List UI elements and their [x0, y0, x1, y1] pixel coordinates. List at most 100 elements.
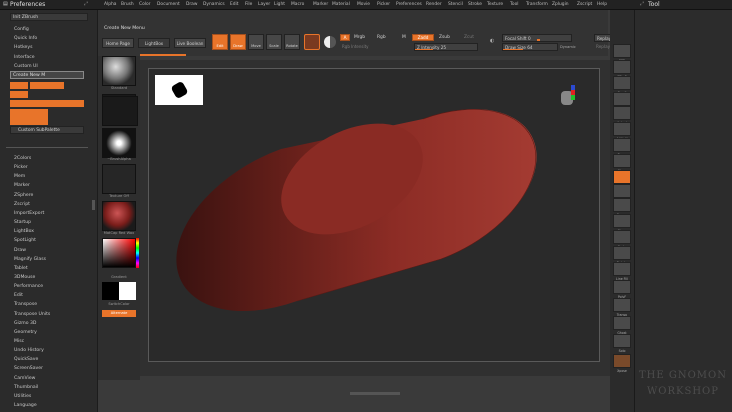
menu-item-macro[interactable]: Macro	[291, 2, 304, 7]
menu-item-color[interactable]: Color	[139, 2, 150, 7]
texture-thumbnail[interactable]	[102, 164, 136, 194]
mrgb-toggle[interactable]: Mrgb	[354, 35, 365, 40]
menu-item-edit[interactable]: Edit	[230, 2, 239, 7]
init-zbrush-button[interactable]: Init ZBrush	[10, 13, 88, 21]
pref-item-screensaver[interactable]: ScreenSaver	[14, 366, 43, 371]
menu-item-layer[interactable]: Layer	[258, 2, 270, 7]
menu-item-material[interactable]: Material	[332, 2, 350, 7]
document-thumbnail[interactable]	[155, 75, 203, 105]
m-toggle[interactable]: M	[402, 35, 406, 40]
document-canvas[interactable]	[148, 68, 600, 362]
tray-polyf-button[interactable]	[613, 280, 631, 294]
pref-item-geometry[interactable]: Geometry	[14, 330, 37, 335]
zcut-toggle[interactable]: Zcut	[464, 35, 474, 40]
menu-item-dynamics[interactable]: Dynamics	[203, 2, 225, 7]
pref-item-utilities[interactable]: Utilities	[14, 394, 31, 399]
a-button[interactable]: A	[340, 34, 350, 41]
subpalette-quick-info[interactable]: Quick Info	[14, 36, 37, 41]
menu-item-help[interactable]: Help	[597, 2, 607, 7]
pref-item-importexport[interactable]: ImportExport	[14, 211, 44, 216]
rotate-button[interactable]: Rotate	[284, 34, 300, 50]
tray-dynamic-button[interactable]	[613, 184, 631, 198]
menu-slot-3[interactable]	[10, 91, 28, 98]
create-new-menu-field[interactable]: Create New M	[10, 71, 84, 79]
tool-palette-icon[interactable]: ⤢	[640, 1, 644, 7]
menu-slot-2[interactable]	[30, 82, 64, 89]
subpalette-config[interactable]: Config	[14, 27, 29, 32]
tray-xpose-button[interactable]	[613, 354, 631, 368]
tray-actual-button[interactable]	[613, 106, 631, 120]
draw-button[interactable]: Draw	[230, 34, 246, 50]
menu-item-texture[interactable]: Texture	[487, 2, 503, 7]
color-swatch-icon[interactable]	[324, 36, 336, 48]
tray-solo-button[interactable]	[613, 334, 631, 348]
material-thumbnail[interactable]	[102, 201, 136, 231]
tray-transp-button[interactable]	[613, 298, 631, 312]
menu-item-movie[interactable]: Movie	[357, 2, 370, 7]
scale-button[interactable]: Scale	[266, 34, 282, 50]
menu-item-tool[interactable]: Tool	[510, 2, 519, 7]
pref-item-transpose[interactable]: Transpose	[14, 302, 37, 307]
pref-item-gizmo-3d[interactable]: Gizmo 3D	[14, 321, 36, 326]
tab-home-page[interactable]: Home Page	[102, 38, 134, 48]
pref-item-magnify-glass[interactable]: Magnify Glass	[14, 257, 46, 262]
subpalette-custom-ui[interactable]: Custom UI	[14, 64, 38, 69]
edit-button[interactable]: Edit	[212, 34, 228, 50]
tray-rotate-button[interactable]	[613, 246, 631, 260]
pref-item-picker[interactable]: Picker	[14, 165, 28, 170]
pref-item-thumbnail[interactable]: Thumbnail	[14, 385, 38, 390]
menu-item-render[interactable]: Render	[426, 2, 442, 7]
tray-move-button[interactable]	[613, 214, 631, 228]
pref-item-spotlight[interactable]: SpotLight	[14, 238, 36, 243]
pref-item-edit[interactable]: Edit	[14, 293, 23, 298]
pref-item-draw[interactable]: Draw	[14, 248, 26, 253]
pref-item-camview[interactable]: CamView	[14, 376, 35, 381]
pref-item-2colors[interactable]: 2Colors	[14, 156, 31, 161]
menu-item-file[interactable]: File	[245, 2, 252, 7]
switchcolor-label[interactable]: SwitchColor	[102, 302, 136, 306]
pref-item-tablet[interactable]: Tablet	[14, 266, 28, 271]
menu-item-stencil[interactable]: Stencil	[448, 2, 463, 7]
tab-lightbox[interactable]: LightBox	[138, 38, 170, 48]
pref-item-undo-history[interactable]: Undo History	[14, 348, 44, 353]
tray-persp-button[interactable]	[613, 138, 631, 152]
pref-item-mem[interactable]: Mem	[14, 174, 25, 179]
secondary-color-swatch[interactable]	[119, 282, 136, 300]
pref-item-zsphere[interactable]: ZSphere	[14, 193, 33, 198]
tray-bpr-button[interactable]	[613, 44, 631, 58]
tab-live-boolean[interactable]: Live Boolean	[174, 38, 206, 48]
tray-zoom-button[interactable]	[613, 92, 631, 106]
menu-item-zplugin[interactable]: Zplugin	[552, 2, 569, 7]
subpalette-hotkeys[interactable]: Hotkeys	[14, 45, 33, 50]
pref-item-marker[interactable]: Marker	[14, 183, 30, 188]
menu-item-picker[interactable]: Picker	[377, 2, 390, 7]
main-color-swatch[interactable]	[102, 282, 119, 300]
tray-line-fill-button[interactable]	[613, 262, 631, 276]
subpalette-interface[interactable]: Interface	[14, 55, 35, 60]
pref-item-performance[interactable]: Performance	[14, 284, 43, 289]
pref-item-startup[interactable]: Startup	[14, 220, 31, 225]
menu-item-brush[interactable]: Brush	[121, 2, 134, 7]
bottom-shelf-handle[interactable]	[350, 392, 400, 395]
focal-shift-slider[interactable]: Focal Shift 0	[502, 34, 572, 42]
rgb-toggle[interactable]: Rgb	[377, 35, 386, 40]
move-button[interactable]: Move	[248, 34, 264, 50]
pref-item-misc[interactable]: Misc	[14, 339, 24, 344]
pref-item-quicksave[interactable]: QuickSave	[14, 357, 38, 362]
menu-item-draw[interactable]: Draw	[186, 2, 197, 7]
hue-slider[interactable]	[136, 238, 139, 268]
navigation-gizmo-icon[interactable]	[559, 85, 575, 109]
menu-item-zscript[interactable]: Zscript	[577, 2, 592, 7]
pref-item-zscript[interactable]: Zscript	[14, 202, 30, 207]
scroll-handle[interactable]	[92, 200, 95, 210]
menu-item-transform[interactable]: Transform	[526, 2, 548, 7]
tray-spix-3-button[interactable]	[613, 60, 631, 74]
menu-item-light[interactable]: Light	[274, 2, 285, 7]
zsub-toggle[interactable]: Zsub	[439, 35, 450, 40]
tray-frame-button[interactable]	[613, 198, 631, 212]
color-picker[interactable]	[102, 238, 136, 268]
z-intensity-slider[interactable]: Z Intensity 25	[414, 43, 478, 51]
draw-size-slider[interactable]: Draw Size 64	[502, 43, 558, 51]
pref-item-transpose-units[interactable]: Transpose Units	[14, 312, 50, 317]
menu-slot-5[interactable]	[10, 109, 48, 125]
